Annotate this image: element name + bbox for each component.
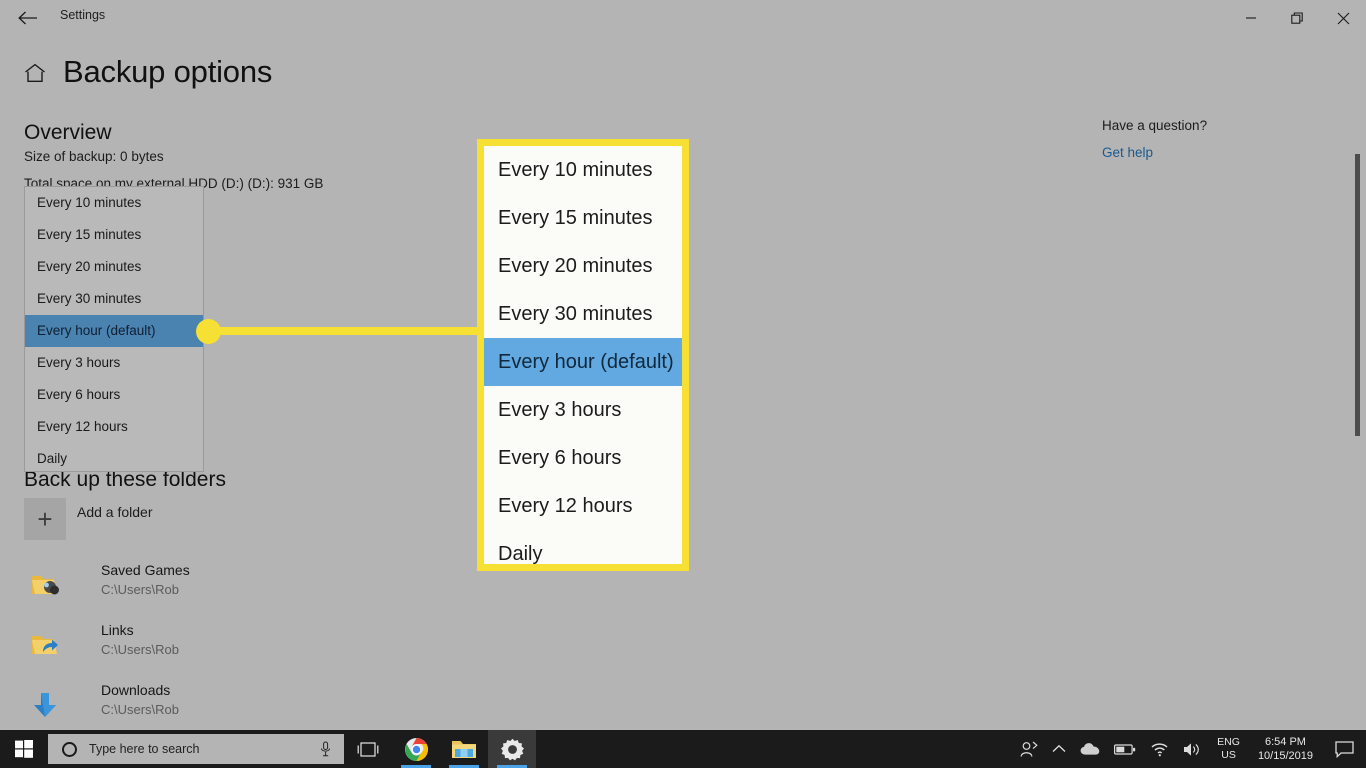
overview-heading: Overview xyxy=(24,121,112,144)
clock-date: 10/15/2019 xyxy=(1257,750,1313,762)
dropdown-option[interactable]: Daily xyxy=(25,443,203,475)
settings-gear-icon xyxy=(500,738,524,760)
dropdown-option[interactable]: Every 6 hours xyxy=(25,379,203,411)
language-indicator[interactable]: ENG US xyxy=(1209,736,1248,762)
show-hidden-icons-chevron[interactable] xyxy=(1045,730,1073,768)
page-title: Backup options xyxy=(63,54,273,89)
wifi-icon[interactable] xyxy=(1143,730,1176,768)
callout-anchor-dot xyxy=(196,319,221,344)
folder-name: Links xyxy=(101,622,134,638)
restore-icon xyxy=(1290,11,1303,24)
onedrive-cloud-icon[interactable] xyxy=(1073,730,1107,768)
cortana-circle-icon xyxy=(62,741,77,757)
callout-option: Every 30 minutes xyxy=(498,303,653,325)
clock[interactable]: 6:54 PM 10/15/2019 xyxy=(1248,735,1323,763)
links-folder-icon xyxy=(24,624,66,666)
downloads-arrow-icon xyxy=(24,684,66,726)
clock-time: 6:54 PM xyxy=(1264,736,1306,748)
home-icon xyxy=(25,63,45,82)
plus-icon: + xyxy=(37,504,53,534)
back-arrow-icon xyxy=(18,11,37,25)
settings-button[interactable] xyxy=(488,730,536,768)
language-line1: ENG xyxy=(1217,736,1240,748)
task-view-button[interactable] xyxy=(344,730,392,768)
settings-window: Settings Backup options Overview Size of… xyxy=(0,0,1366,768)
app-title: Settings xyxy=(60,8,106,22)
minimize-button[interactable] xyxy=(1228,0,1274,36)
add-folder-button[interactable]: + xyxy=(24,498,66,540)
callout-option: Every 12 hours xyxy=(498,495,633,517)
folder-name: Downloads xyxy=(101,682,171,698)
action-center-icon xyxy=(1335,740,1354,758)
folder-path: C:\Users\Rob xyxy=(101,702,180,717)
callout-option: Every 20 minutes xyxy=(498,255,653,277)
backup-frequency-dropdown[interactable]: Every 10 minutes Every 15 minutes Every … xyxy=(24,186,204,472)
close-icon xyxy=(1337,12,1349,24)
saved-games-folder-icon xyxy=(24,564,66,606)
start-button[interactable] xyxy=(0,730,48,768)
action-center-button[interactable] xyxy=(1323,730,1366,768)
search-placeholder: Type here to search xyxy=(89,742,200,756)
taskbar: Type here to search ENG US 6:54 PM 10/15… xyxy=(0,730,1366,768)
chrome-icon xyxy=(404,737,428,761)
dropdown-option[interactable]: Every 15 minutes xyxy=(25,219,203,251)
callout-option: Every 10 minutes xyxy=(498,159,653,181)
minimize-icon xyxy=(1246,17,1256,19)
file-explorer-icon xyxy=(452,741,476,758)
dropdown-option[interactable]: Every 20 minutes xyxy=(25,251,203,283)
battery-icon[interactable] xyxy=(1107,730,1143,768)
callout-connector-line xyxy=(208,327,488,335)
add-folder-label: Add a folder xyxy=(77,504,153,520)
callout-option: Every 3 hours xyxy=(498,399,622,421)
restore-button[interactable] xyxy=(1274,0,1320,36)
list-item[interactable]: Links C:\Users\Rob xyxy=(24,622,344,674)
title-bar: Settings xyxy=(0,0,1366,36)
folder-name: Saved Games xyxy=(101,562,190,578)
dropdown-option[interactable]: Every 10 minutes xyxy=(25,187,203,219)
callout-option: Every 6 hours xyxy=(498,447,622,469)
page-scrollbar[interactable] xyxy=(1350,36,1366,730)
callout-option: Daily xyxy=(498,543,543,565)
backup-size-text: Size of backup: 0 bytes xyxy=(24,149,164,164)
window-controls xyxy=(1228,0,1366,36)
callout-option: Every 15 minutes xyxy=(498,207,653,229)
microphone-icon[interactable] xyxy=(319,741,332,762)
close-button[interactable] xyxy=(1320,0,1366,36)
chrome-button[interactable] xyxy=(392,730,440,768)
get-help-link[interactable]: Get help xyxy=(1102,145,1153,160)
task-view-icon xyxy=(357,741,379,757)
dropdown-option[interactable]: Every 12 hours xyxy=(25,411,203,443)
help-heading: Have a question? xyxy=(1102,118,1208,133)
list-item[interactable]: Downloads C:\Users\Rob xyxy=(24,682,344,734)
system-tray: ENG US 6:54 PM 10/15/2019 xyxy=(1013,730,1366,768)
folder-path: C:\Users\Rob xyxy=(101,642,180,657)
callout-option-selected: Every hour (default) xyxy=(484,338,682,386)
list-item[interactable]: Saved Games C:\Users\Rob xyxy=(24,562,344,614)
back-button[interactable] xyxy=(8,4,48,32)
language-line2: US xyxy=(1221,749,1236,761)
meet-now-icon[interactable] xyxy=(1013,730,1045,768)
dropdown-option[interactable]: Every 30 minutes xyxy=(25,283,203,315)
file-explorer-button[interactable] xyxy=(440,730,488,768)
folder-path: C:\Users\Rob xyxy=(101,582,180,597)
dropdown-option-selected[interactable]: Every hour (default) xyxy=(25,315,203,347)
dropdown-option[interactable]: Every 3 hours xyxy=(25,347,203,379)
callout-magnified-dropdown: Every 10 minutes Every 15 minutes Every … xyxy=(477,139,689,571)
home-button[interactable] xyxy=(22,60,48,86)
windows-start-icon xyxy=(15,740,33,758)
search-input[interactable]: Type here to search xyxy=(48,734,344,764)
scrollbar-thumb[interactable] xyxy=(1355,154,1360,436)
speaker-icon[interactable] xyxy=(1176,730,1209,768)
